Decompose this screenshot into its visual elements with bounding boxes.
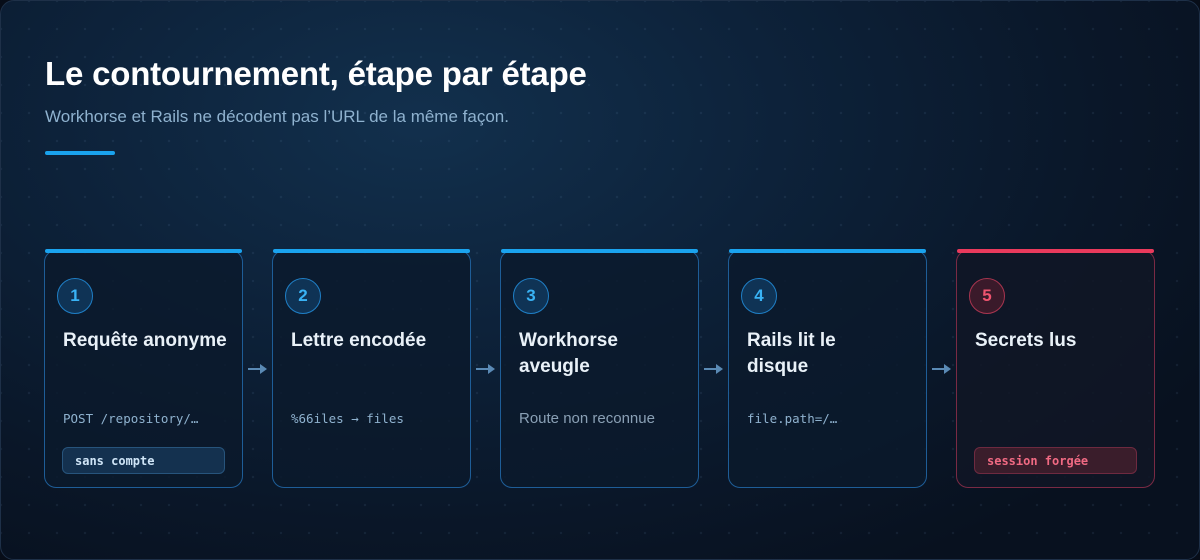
step-card-4: 4 Rails lit le disque file.path=/… <box>728 249 927 488</box>
arrow-right-icon <box>248 364 267 374</box>
step-card-5: 5 Secrets lus session forgée <box>956 249 1155 488</box>
step-number-badge: 1 <box>57 278 93 314</box>
step-number-badge: 4 <box>741 278 777 314</box>
step-title: Rails lit le disque <box>747 330 836 377</box>
step-title: Workhorse aveugle <box>519 330 618 377</box>
page-subtitle: Workhorse et Rails ne décodent pas l’URL… <box>45 107 509 126</box>
arrow-right-icon <box>476 364 495 374</box>
step-detail: POST /repository/… <box>63 411 199 426</box>
step-card-topbar <box>729 249 926 253</box>
step-tag: session forgée <box>974 447 1137 474</box>
step-title: Lettre encodée <box>291 330 427 351</box>
step-tag: sans compte <box>62 447 225 474</box>
step-number-badge: 3 <box>513 278 549 314</box>
step-card-2: 2 Lettre encodée %66iles → files <box>272 249 471 488</box>
step-card-topbar <box>45 249 242 253</box>
diagram-canvas: Le contournement, étape par étape Workho… <box>0 0 1200 560</box>
step-title: Secrets lus <box>975 330 1077 351</box>
step-card-topbar <box>273 249 470 253</box>
step-card-topbar <box>501 249 698 253</box>
step-detail: file.path=/… <box>747 411 838 426</box>
step-detail: %66iles → files <box>291 411 404 426</box>
step-card-topbar <box>957 249 1154 253</box>
arrow-right-icon <box>932 364 951 374</box>
step-number-badge: 2 <box>285 278 321 314</box>
title-accent-underline <box>45 151 115 155</box>
page-title: Le contournement, étape par étape <box>45 55 587 92</box>
step-number-badge: 5 <box>969 278 1005 314</box>
step-card-3: 3 Workhorse aveugle Route non reconnue <box>500 249 699 488</box>
arrow-right-icon <box>704 364 723 374</box>
step-title: Requête anonyme <box>63 330 227 351</box>
step-detail: Route non reconnue <box>519 410 655 427</box>
step-card-1: 1 Requête anonyme POST /repository/… san… <box>44 249 243 488</box>
